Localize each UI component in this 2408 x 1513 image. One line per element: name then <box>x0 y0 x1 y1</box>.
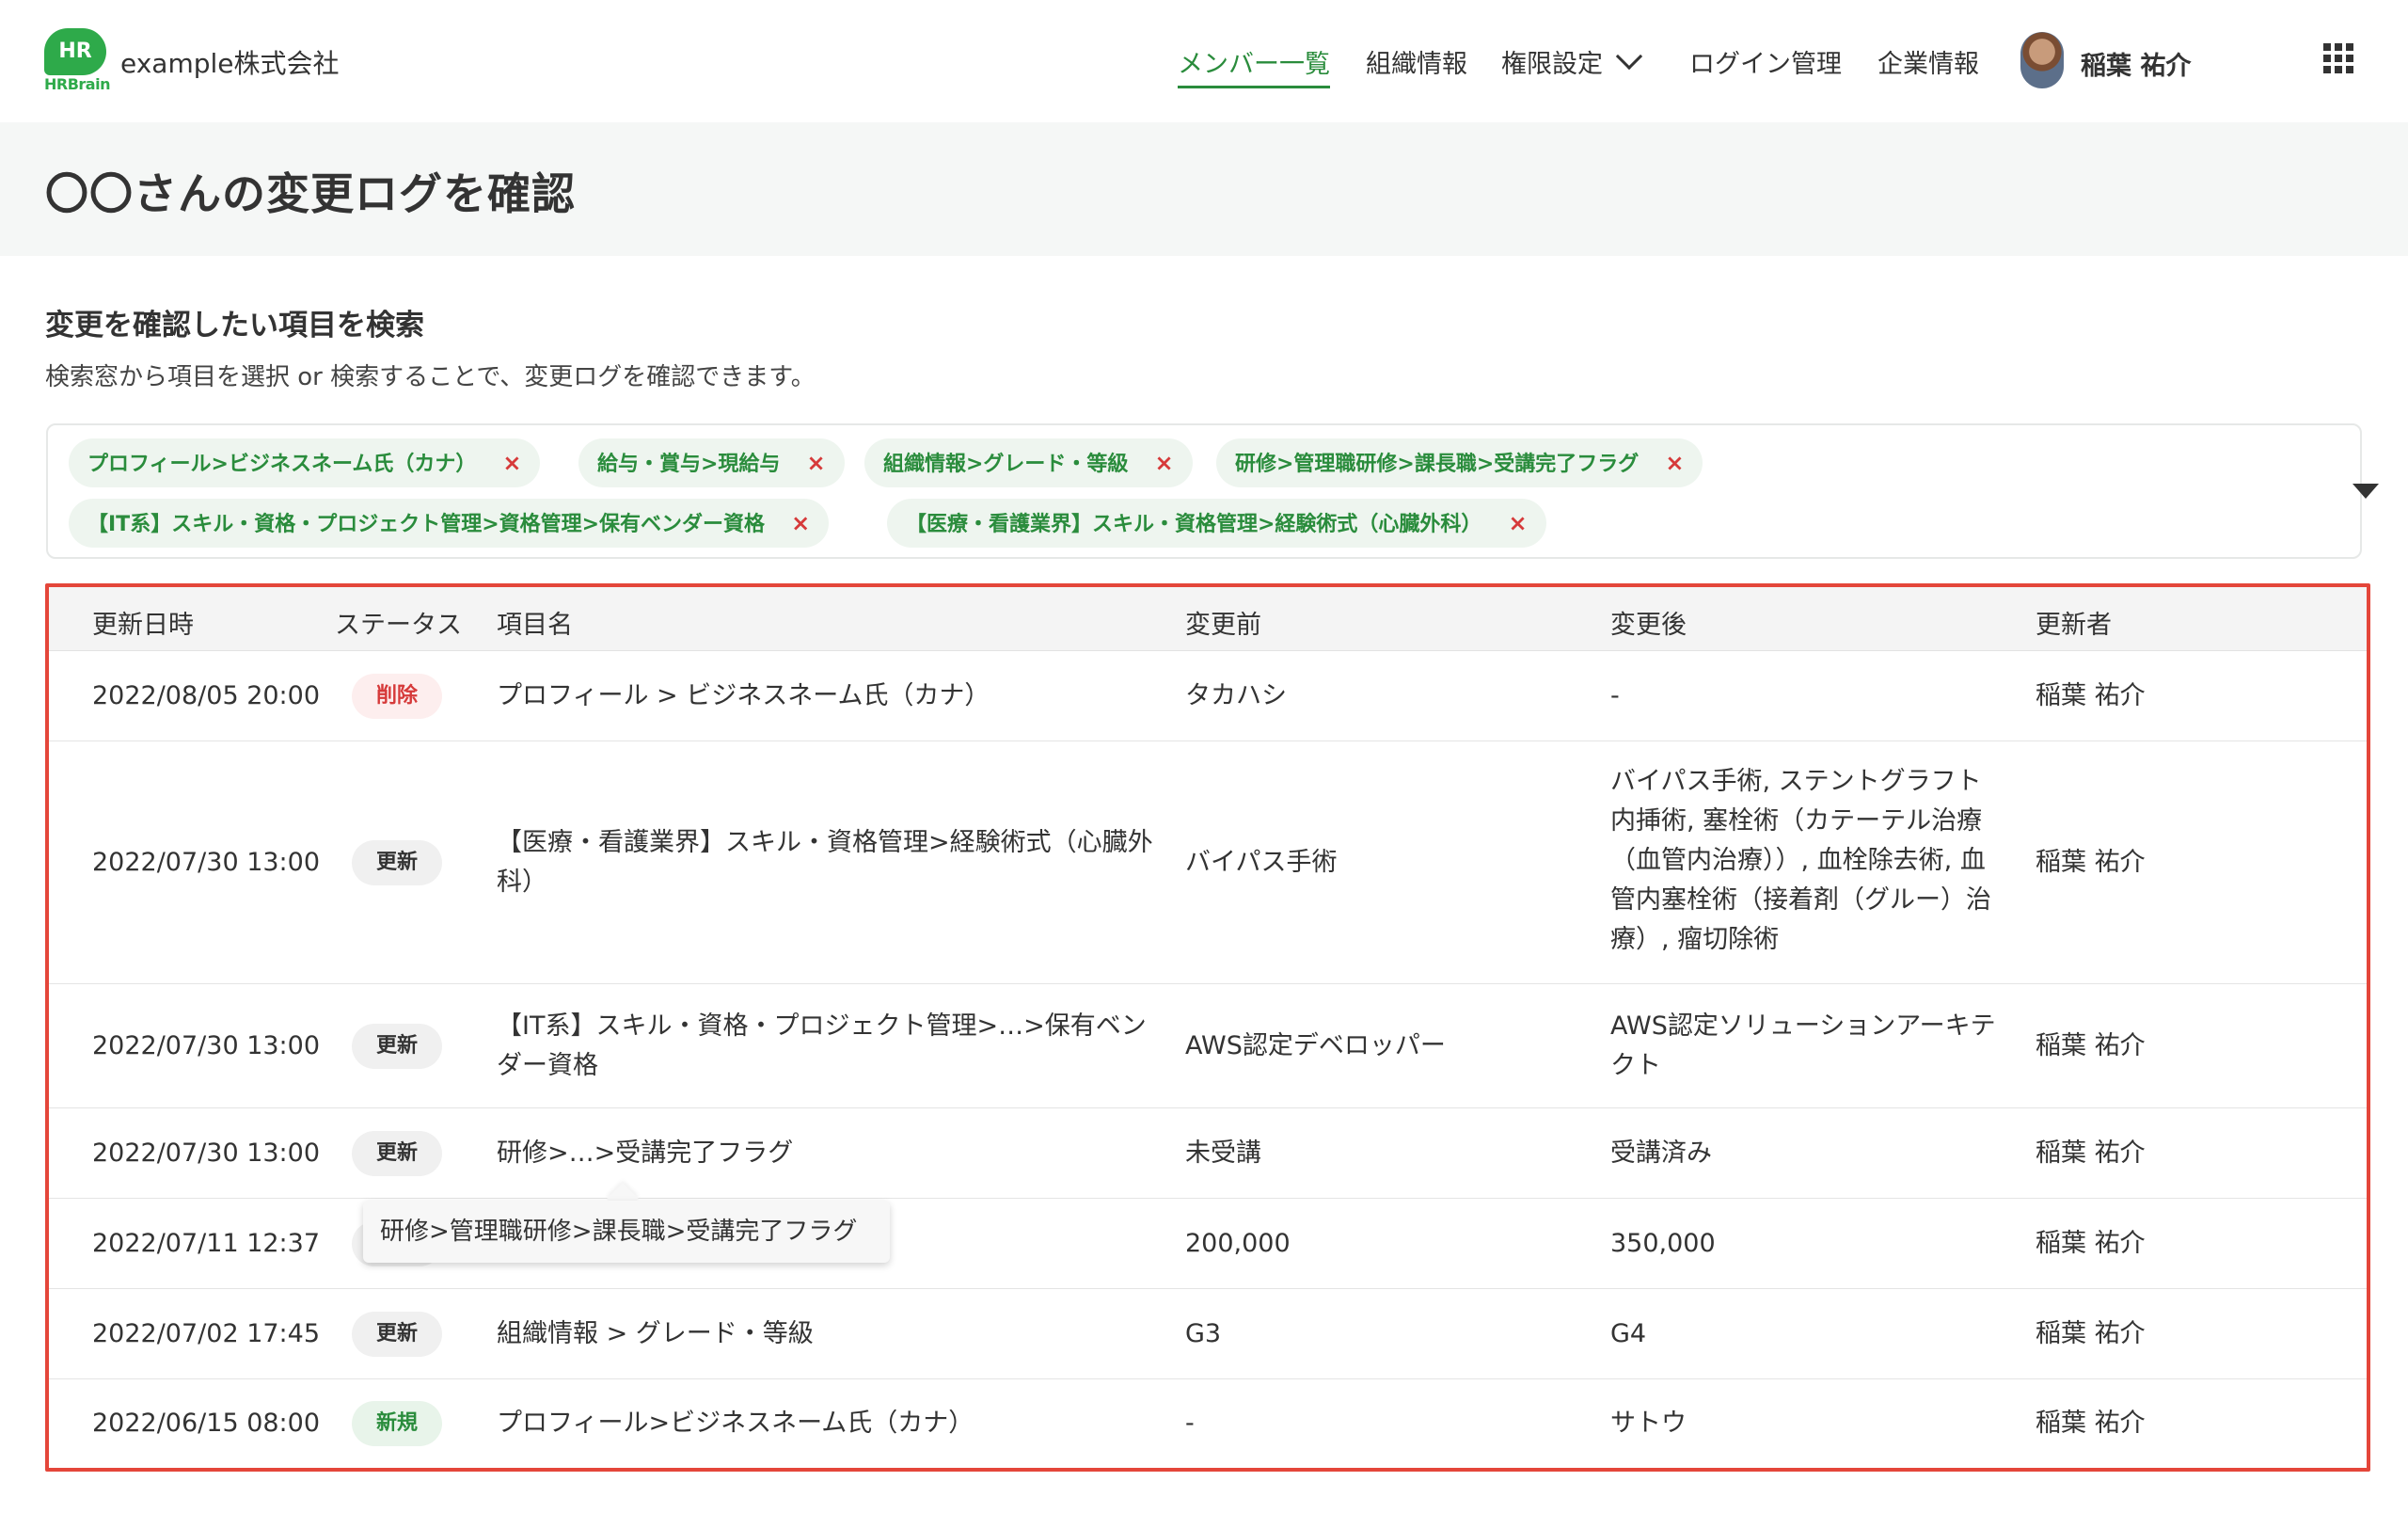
table-header: 更新日時 ステータス 項目名 変更前 変更後 更新者 <box>49 587 2367 651</box>
cell-after: バイパス手術, ステントグラフト内挿術, 塞栓術（カテーテル治療（血管内治療））… <box>1610 767 1991 954</box>
cell-item: 組織情報 > グレード・等級 <box>497 1319 814 1348</box>
filter-tag[interactable]: 組織情報>グレード・等級 × <box>864 438 1193 487</box>
filter-tag[interactable]: 研修>管理職研修>課長職>受講完了フラグ × <box>1216 438 1703 487</box>
cell-before: - <box>1185 1409 1195 1438</box>
cell-before: バイパス手術 <box>1185 848 1338 877</box>
company-name: example株式会社 <box>120 48 340 79</box>
cell-user: 稲葉 祐介 <box>2036 681 2146 710</box>
cell-item: プロフィール>ビジネスネーム氏（カナ） <box>497 1409 974 1438</box>
hrbrain-logo[interactable]: HR HRBrain <box>44 28 110 94</box>
item-name-tooltip: 研修>管理職研修>課長職>受講完了フラグ <box>363 1201 890 1263</box>
column-header-after: 変更後 <box>1610 611 1687 640</box>
cell-user: 稲葉 祐介 <box>2036 1139 2146 1168</box>
cell-item[interactable]: 研修>…>受講完了フラグ <box>497 1134 793 1173</box>
cell-before: 未受講 <box>1185 1139 1261 1168</box>
top-header: HR HRBrain example株式会社 メンバー一覧 組織情報 権限設定 … <box>0 0 2408 122</box>
cell-user: 稲葉 祐介 <box>2036 1319 2146 1348</box>
filter-tag[interactable]: プロフィール>ビジネスネーム氏（カナ） × <box>69 438 541 487</box>
cell-user: 稲葉 祐介 <box>2036 1031 2146 1060</box>
column-header-before: 変更前 <box>1185 611 1261 640</box>
filter-tag-label: 【医療・看護業界】スキル・資格管理>経験術式（心臓外科） <box>906 513 1482 536</box>
close-icon[interactable]: × <box>1154 438 1173 487</box>
cell-before: 200,000 <box>1185 1229 1291 1258</box>
search-field[interactable]: プロフィール>ビジネスネーム氏（カナ） × 給与・賞与>現給与 × 組織情報>グレー… <box>46 423 2379 559</box>
filter-tag-label: 【IT系】スキル・資格・プロジェクト管理>資格管理>保有ベンダー資格 <box>87 513 766 536</box>
avatar[interactable] <box>2020 32 2064 88</box>
column-header-user: 更新者 <box>2036 611 2112 640</box>
cell-date: 2022/07/11 12:37 <box>92 1229 321 1258</box>
filter-tag[interactable]: 【IT系】スキル・資格・プロジェクト管理>資格管理>保有ベンダー資格 × <box>69 499 830 548</box>
cell-before: タカハシ <box>1185 681 1287 710</box>
filter-tag-label: プロフィール>ビジネスネーム氏（カナ） <box>87 453 477 476</box>
table-row[interactable]: 2022/07/30 13:00 更新 【医療・看護業界】スキル・資格管理>経験… <box>49 741 2367 984</box>
table-row[interactable]: 2022/06/15 08:00 新規 プロフィール>ビジネスネーム氏（カナ） … <box>49 1379 2367 1468</box>
cell-date: 2022/06/15 08:00 <box>92 1409 321 1438</box>
dropdown-caret-icon[interactable] <box>2353 484 2379 499</box>
logo-text: HRBrain <box>44 75 110 93</box>
cell-date: 2022/07/02 17:45 <box>92 1319 321 1348</box>
cell-before: G3 <box>1185 1319 1222 1348</box>
filter-tag-label: 給与・賞与>現給与 <box>597 453 781 476</box>
nav-organization[interactable]: 組織情報 <box>1366 43 1467 80</box>
nav-login-management[interactable]: ログイン管理 <box>1689 43 1842 80</box>
cell-after: - <box>1610 681 1620 710</box>
close-icon[interactable]: × <box>791 499 810 548</box>
nav-permissions[interactable]: 権限設定 <box>1501 43 1603 80</box>
status-badge: 削除 <box>352 674 442 719</box>
chevron-down-icon[interactable] <box>1615 42 1643 71</box>
search-description: 検索窓から項目を選択 or 検索することで、変更ログを確認できます。 <box>45 363 816 391</box>
column-header-date: 更新日時 <box>92 611 194 640</box>
table-row[interactable]: 2022/07/30 13:00 更新 研修>…>受講完了フラグ 未受講 受講済… <box>49 1108 2367 1199</box>
filter-tag-label: 研修>管理職研修>課長職>受講完了フラグ <box>1235 453 1640 476</box>
column-header-item: 項目名 <box>497 611 573 640</box>
page-title: 〇〇さんの変更ログを確認 <box>45 168 576 219</box>
cell-before: AWS認定デベロッパー <box>1185 1031 1446 1060</box>
status-badge: 更新 <box>352 1131 442 1176</box>
nav-company-info[interactable]: 企業情報 <box>1877 43 1979 80</box>
cell-after: 受講済み <box>1610 1139 1712 1168</box>
close-icon[interactable]: × <box>502 438 521 487</box>
cell-user: 稲葉 祐介 <box>2036 1229 2146 1258</box>
table-row[interactable]: 2022/08/05 20:00 削除 プロフィール > ビジネスネーム氏（カナ… <box>49 651 2367 741</box>
title-band: 〇〇さんの変更ログを確認 <box>0 122 2408 256</box>
cell-after: サトウ <box>1610 1409 1687 1438</box>
table-row[interactable]: 2022/07/02 17:45 更新 組織情報 > グレード・等級 G3 G4… <box>49 1289 2367 1379</box>
cell-after: G4 <box>1610 1319 1647 1348</box>
status-badge: 更新 <box>352 840 442 885</box>
filter-tag[interactable]: 給与・賞与>現給与 × <box>578 438 845 487</box>
change-log-table: 更新日時 ステータス 項目名 変更前 変更後 更新者 2022/08/05 20… <box>45 583 2370 1472</box>
column-header-status: ステータス <box>335 611 462 640</box>
filter-tag-label: 組織情報>グレード・等級 <box>883 453 1129 476</box>
cell-date: 2022/08/05 20:00 <box>92 681 321 710</box>
search-heading: 変更を確認したい項目を検索 <box>45 309 424 342</box>
cell-item: 【医療・看護業界】スキル・資格管理>経験術式（心臓外科） <box>497 828 1153 897</box>
cell-date: 2022/07/30 13:00 <box>92 1139 321 1168</box>
logo-mark: HR <box>44 28 106 75</box>
cell-user: 稲葉 祐介 <box>2036 1409 2146 1438</box>
status-badge: 更新 <box>352 1024 442 1069</box>
status-badge: 新規 <box>352 1401 442 1446</box>
close-icon[interactable]: × <box>1665 438 1684 487</box>
cell-date: 2022/07/30 13:00 <box>92 848 321 877</box>
user-name[interactable]: 稲葉 祐介 <box>2081 45 2191 82</box>
cell-date: 2022/07/30 13:00 <box>92 1031 321 1060</box>
cell-after: 350,000 <box>1610 1229 1716 1258</box>
cell-item: プロフィール > ビジネスネーム氏（カナ） <box>497 681 990 710</box>
app-grid-icon[interactable] <box>2323 43 2353 73</box>
nav-member-list[interactable]: メンバー一覧 <box>1178 43 1330 88</box>
close-icon[interactable]: × <box>1508 499 1527 548</box>
cell-after: AWS認定ソリューションアーキテクト <box>1610 1011 1996 1080</box>
close-icon[interactable]: × <box>806 438 825 487</box>
filter-tag[interactable]: 【医療・看護業界】スキル・資格管理>経験術式（心臓外科） × <box>887 499 1546 548</box>
status-badge: 更新 <box>352 1312 442 1357</box>
cell-user: 稲葉 祐介 <box>2036 848 2146 877</box>
cell-item: 【IT系】スキル・資格・プロジェクト管理>…>保有ベンダー資格 <box>497 1011 1147 1080</box>
table-row[interactable]: 2022/07/30 13:00 更新 【IT系】スキル・資格・プロジェクト管理… <box>49 984 2367 1108</box>
